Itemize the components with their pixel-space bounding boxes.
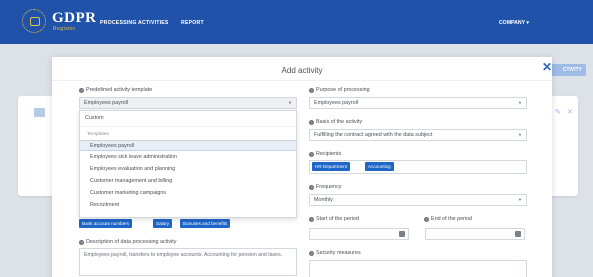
recipient-tag[interactable]: Accounting (365, 162, 394, 171)
data-tag[interactable]: Salary (153, 219, 173, 228)
frequency-label: ? Frequency (309, 184, 342, 190)
dropdown-group-label: Templates (87, 132, 109, 137)
help-icon: ? (309, 119, 314, 125)
security-input[interactable] (309, 260, 527, 277)
data-tag[interactable]: Bank account numbers (79, 219, 132, 228)
gdpr-logo-icon (22, 9, 46, 33)
nav-processing-activities[interactable]: PROCESSING ACTIVITIES (100, 20, 169, 26)
chevron-down-icon: ▼ (518, 132, 522, 137)
help-icon: ? (309, 250, 314, 256)
logo-subtitle: Register (53, 26, 76, 32)
document-icon (34, 108, 45, 117)
chevron-down-icon: ▼ (288, 100, 292, 105)
description-textarea[interactable]: Employees payroll, transfers to employee… (79, 248, 297, 276)
purpose-select[interactable]: Employees payroll ▼ (309, 97, 527, 109)
calendar-icon[interactable] (399, 231, 405, 237)
chevron-down-icon: ▼ (518, 100, 522, 105)
dropdown-option[interactable]: Employees sick leave administration (80, 152, 296, 163)
company-menu[interactable]: COMPANY ▾ (499, 20, 529, 26)
modal-divider (52, 80, 552, 81)
close-icon[interactable]: ✕ (540, 60, 554, 74)
help-icon: ? (309, 87, 314, 93)
dropdown-divider (80, 126, 296, 127)
help-icon: ? (309, 216, 314, 222)
modal-title: Add activity (281, 66, 323, 75)
dropdown-option[interactable]: Employees evaluation and planning (80, 164, 296, 175)
data-tag[interactable]: Bonuses and benefits (180, 219, 231, 228)
help-icon: ? (79, 239, 84, 245)
description-label: ? Description of data processing activity (79, 239, 177, 245)
nav-report[interactable]: REPORT (181, 20, 204, 26)
template-select[interactable]: Employees payroll ▼ (79, 97, 297, 109)
help-icon: ? (309, 151, 314, 157)
recipients-label: ? Recipients (309, 151, 342, 157)
end-period-input[interactable] (425, 228, 525, 240)
security-label: ? Security measures (309, 250, 361, 256)
recipient-tag[interactable]: HR Department (312, 162, 350, 171)
dropdown-option[interactable]: Recruitment (80, 200, 296, 211)
chevron-down-icon: ▼ (518, 197, 522, 202)
purpose-label: ? Purpose of processing (309, 87, 370, 93)
template-label: ? Predefined activity template (79, 87, 153, 93)
calendar-icon[interactable] (515, 231, 521, 237)
frequency-select[interactable]: Monthly ▼ (309, 194, 527, 206)
basis-label: ? Basis of the activity (309, 119, 363, 125)
dropdown-option[interactable]: Customer management and billing (80, 176, 296, 187)
edit-delete-icons[interactable]: ✎✕ (555, 108, 579, 116)
template-dropdown-menu: Custom Templates Employees payroll Emplo… (79, 110, 297, 218)
help-icon: ? (309, 184, 314, 190)
help-icon: ? (424, 216, 429, 222)
basis-select[interactable]: Fulfilling the contract agreed with the … (309, 129, 527, 141)
logo-title: GDPR (52, 10, 97, 26)
top-navigation-bar: GDPR Register PROCESSING ACTIVITIES REPO… (0, 0, 593, 44)
dropdown-option[interactable]: Customer marketing campaigns (80, 188, 296, 199)
dropdown-option-custom[interactable]: Custom (80, 113, 296, 124)
end-period-label: ? End of the period (424, 216, 473, 222)
start-period-label: ? Start of the period (309, 216, 359, 222)
start-period-input[interactable] (309, 228, 409, 240)
help-icon: ? (79, 87, 84, 93)
dropdown-option[interactable]: Employees payroll (80, 140, 296, 151)
